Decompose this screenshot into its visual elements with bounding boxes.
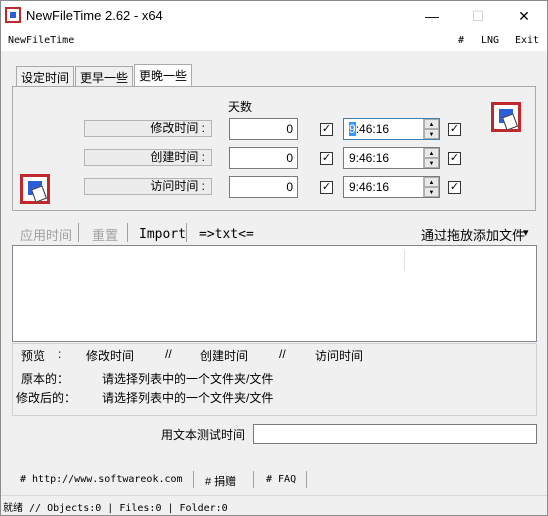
donate-link[interactable]: # 捐赠 (205, 473, 236, 489)
days-header: 天数 (228, 100, 253, 114)
preview-header-create: 创建时间 (200, 349, 249, 363)
modify-time-checkbox[interactable]: ✓ (448, 123, 461, 136)
original-label: 原本的： (21, 372, 70, 386)
create-time-label: 创建时间 : (84, 149, 212, 166)
app-icon (5, 7, 21, 23)
toolbar-separator (78, 223, 79, 242)
spin-down-icon[interactable]: ▼ (424, 129, 439, 139)
create-time-checkbox[interactable]: ✓ (448, 152, 461, 165)
reset-button[interactable]: 重置 (92, 225, 118, 244)
preview-header-modify: 修改时间 (86, 349, 135, 363)
preview-header: 预览 (21, 349, 46, 363)
access-days-input[interactable]: 0 (229, 176, 298, 198)
maximize-button: ☐ (471, 7, 485, 24)
modify-days-input[interactable]: 0 (229, 118, 298, 140)
create-days-checkbox[interactable]: ✓ (320, 152, 333, 165)
access-time-checkbox[interactable]: ✓ (448, 181, 461, 194)
menu-exit[interactable]: Exit (515, 35, 539, 46)
create-time-spinner[interactable]: ▲ ▼ (423, 148, 439, 168)
preview-header-access: 访问时间 (315, 349, 364, 363)
access-time-spinner[interactable]: ▲ ▼ (423, 177, 439, 197)
modify-time-hour-selected: 9 (349, 122, 356, 136)
apply-time-button[interactable]: 应用时间 (20, 225, 72, 244)
tab-earlier[interactable]: 更早一些 (75, 66, 134, 86)
to-txt-button[interactable]: =>txt<= (199, 227, 254, 242)
file-list[interactable] (12, 245, 537, 342)
website-link[interactable]: # http://www.softwareok.com (20, 474, 183, 485)
list-column-divider (404, 250, 405, 271)
create-days-input[interactable]: 0 (229, 147, 298, 169)
preview-header-colon: : (58, 347, 62, 361)
modify-time-spinner[interactable]: ▲ ▼ (423, 119, 439, 139)
footer-separator (253, 471, 254, 488)
menu-app-name[interactable]: NewFileTime (8, 35, 74, 46)
toolbar-separator (186, 223, 187, 242)
menu-bar (1, 31, 547, 51)
menu-hash[interactable]: # (458, 35, 464, 46)
app-logo-icon-right (491, 102, 521, 132)
test-time-label: 用文本测试时间 (161, 428, 246, 442)
app-logo-icon-left (20, 174, 50, 204)
preview-header-sep: // (279, 347, 286, 361)
spin-down-icon[interactable]: ▼ (424, 158, 439, 168)
footer-separator (193, 471, 194, 488)
spin-up-icon[interactable]: ▲ (424, 119, 439, 129)
modify-days-checkbox[interactable]: ✓ (320, 123, 333, 136)
modify-time-rest: :46:16 (355, 122, 390, 136)
access-days-checkbox[interactable]: ✓ (320, 181, 333, 194)
toolbar-separator (127, 223, 128, 242)
modified-label: 修改后的： (16, 391, 77, 405)
test-time-input[interactable] (253, 424, 537, 444)
access-time-label: 访问时间 : (84, 178, 212, 195)
preview-header-sep: // (165, 347, 172, 361)
close-button[interactable]: ✕ (501, 1, 547, 31)
tab-set-time[interactable]: 设定时间 (16, 66, 75, 86)
modified-value: 请选择列表中的一个文件夹/文件 (102, 391, 274, 405)
modify-time-label: 修改时间 : (84, 120, 212, 137)
spin-up-icon[interactable]: ▲ (424, 148, 439, 158)
drag-add-files-menu[interactable]: 通过拖放添加文件 (421, 225, 525, 244)
spin-down-icon[interactable]: ▼ (424, 187, 439, 197)
tab-later[interactable]: 更晚一些 (134, 64, 193, 87)
status-text: 就绪 // Objects:0 | Files:0 | Folder:0 (3, 503, 228, 514)
original-value: 请选择列表中的一个文件夹/文件 (102, 372, 274, 386)
chevron-down-icon[interactable]: ▾ (523, 226, 529, 239)
footer-separator (306, 471, 307, 488)
faq-link[interactable]: # FAQ (266, 474, 296, 485)
menu-lng[interactable]: LNG (481, 35, 499, 46)
window-title: NewFileTime 2.62 - x64 (26, 8, 163, 23)
minimize-button[interactable]: — (409, 1, 455, 31)
spin-up-icon[interactable]: ▲ (424, 177, 439, 187)
import-button[interactable]: Import (139, 227, 186, 242)
